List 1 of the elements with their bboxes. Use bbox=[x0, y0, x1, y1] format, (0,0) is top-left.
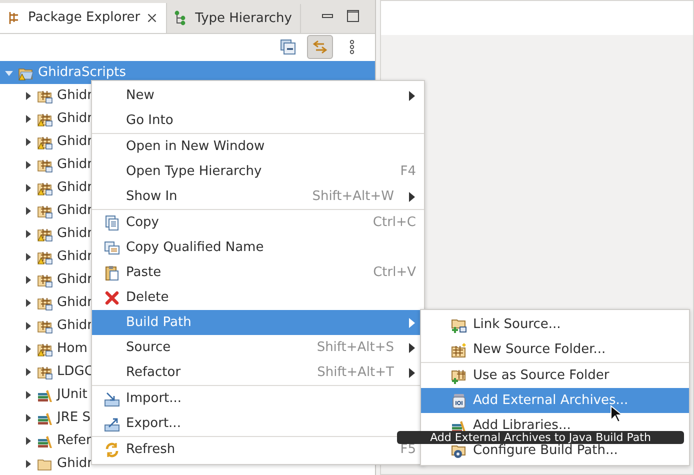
tooltip: Add External Archives to Java Build Path bbox=[397, 431, 684, 444]
